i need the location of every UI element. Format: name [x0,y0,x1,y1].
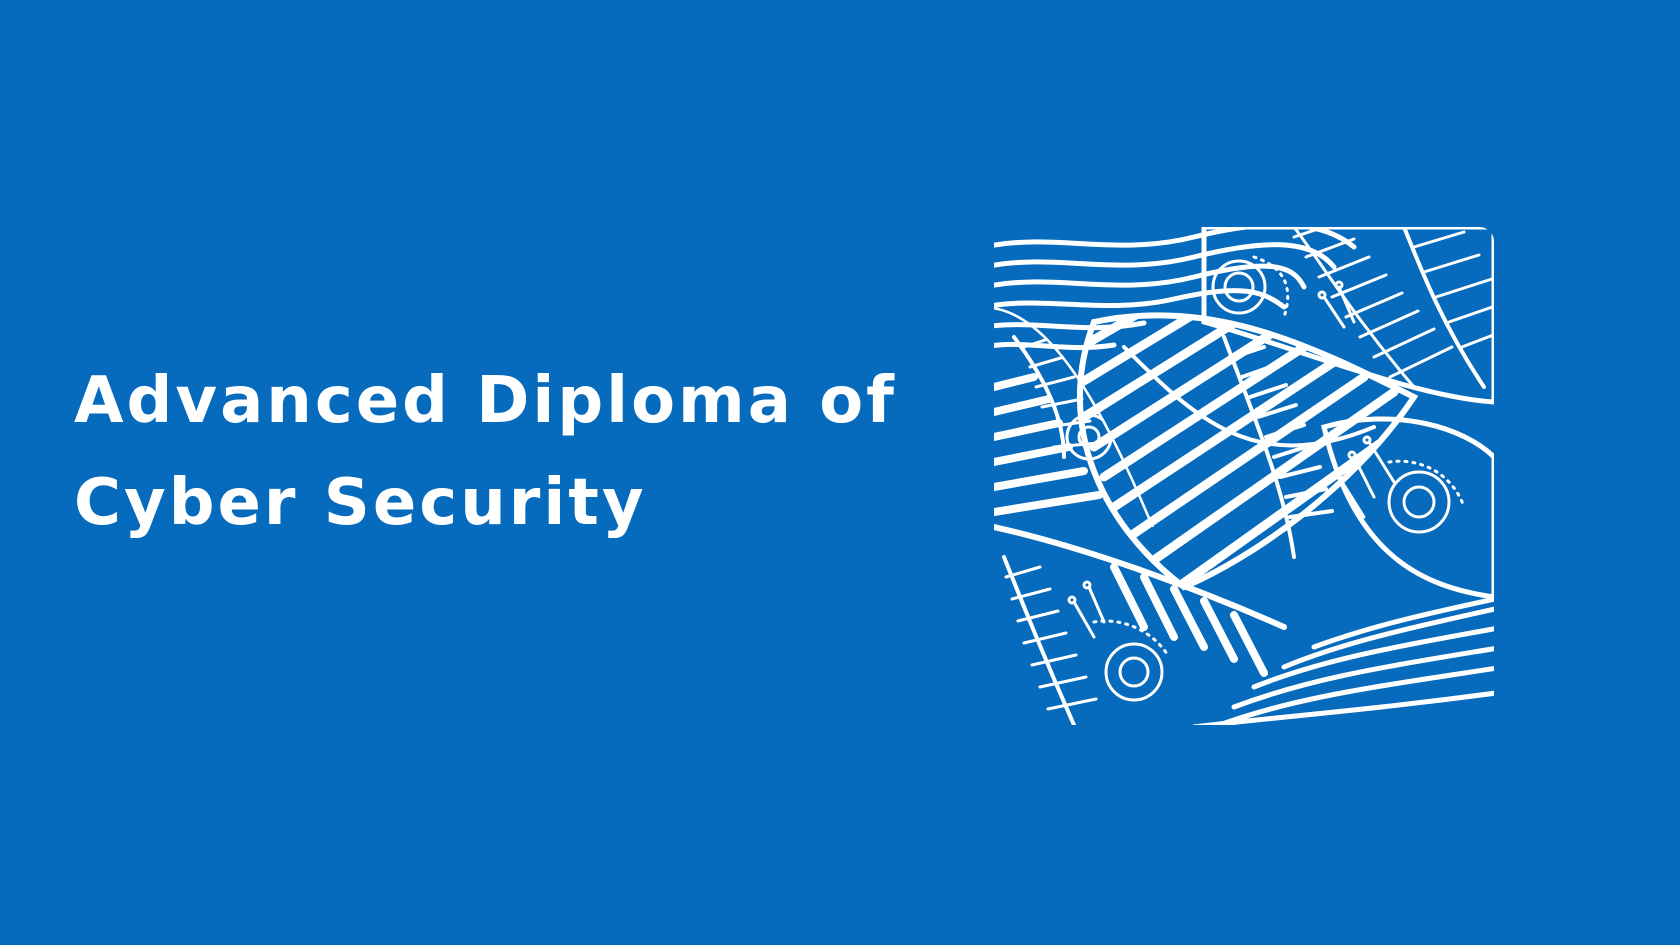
course-title: Advanced Diploma of Cyber Security [74,350,934,554]
slide: Advanced Diploma of Cyber Security [0,0,1680,945]
abstract-leaf-pattern-icon [994,227,1494,725]
course-title-line-2: Cyber Security [74,466,647,540]
course-title-line-1: Advanced Diploma of [74,364,897,438]
